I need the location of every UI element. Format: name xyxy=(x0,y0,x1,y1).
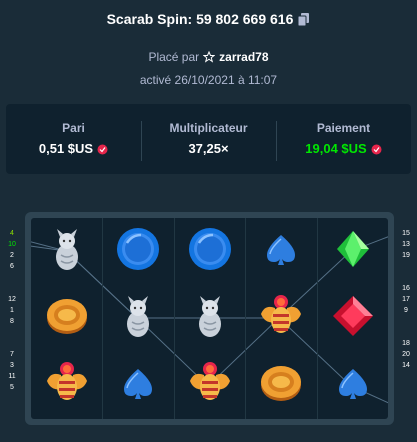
symbol-blue-orb xyxy=(174,218,245,285)
spade-icon xyxy=(257,225,305,278)
payline-number: 12 xyxy=(8,296,16,303)
copy-icon[interactable] xyxy=(297,12,310,26)
activated-date: activé 26/10/2021 à 11:07 xyxy=(139,73,278,87)
bet-value-row: 0,51 $US xyxy=(39,141,108,156)
payline-number: 11 xyxy=(8,373,16,380)
payline-number: 14 xyxy=(402,362,410,369)
left-payline-numbers: 4 10 2 6 12 1 8 7 3 11 5 xyxy=(2,228,22,393)
payline-number: 16 xyxy=(402,285,410,292)
usd-coin-icon xyxy=(371,143,382,154)
symbol-spade xyxy=(317,352,388,419)
payline-number: 5 xyxy=(10,384,14,391)
payline-number xyxy=(396,261,416,272)
payline-number xyxy=(396,316,416,327)
scarab-icon xyxy=(43,359,91,412)
payline-number: 19 xyxy=(402,252,410,259)
symbol-rat xyxy=(174,285,245,352)
bet-title-row: Scarab Spin: 59 802 669 616 xyxy=(0,11,417,27)
slot-board xyxy=(31,218,388,419)
bet-value: 0,51 $US xyxy=(38,140,94,156)
green-gem-icon xyxy=(329,225,377,278)
multiplier-value-row: 37,25× xyxy=(188,141,228,156)
payline-number xyxy=(396,272,416,283)
payline-number: 8 xyxy=(10,318,14,325)
symbol-scarab xyxy=(174,352,245,419)
payline-number: 6 xyxy=(10,263,14,270)
payline-number: 10 xyxy=(8,241,16,248)
usd-coin-icon xyxy=(97,143,108,154)
symbol-rat xyxy=(102,285,173,352)
payline-number: 7 xyxy=(10,351,14,358)
symbol-blue-orb xyxy=(102,218,173,285)
symbol-red-gem xyxy=(317,285,388,352)
symbol-scarab xyxy=(31,352,102,419)
bet-title: Scarab Spin: 59 802 669 616 xyxy=(106,11,294,27)
rat-icon xyxy=(186,292,234,345)
username-link[interactable]: zarrad78 xyxy=(219,50,268,64)
slot-board-frame xyxy=(25,212,394,425)
bet-label: Pari xyxy=(62,120,85,135)
payline-number: 1 xyxy=(10,307,14,314)
payline-number xyxy=(2,338,22,349)
symbol-scarab xyxy=(245,285,316,352)
rat-icon xyxy=(114,292,162,345)
symbol-coin xyxy=(31,285,102,352)
payout-stat: Paiement 19,04 $US xyxy=(276,120,411,161)
payout-value-row: 19,04 $US xyxy=(305,140,382,156)
bet-stats-panel: Pari 0,51 $US Multiplicateur 37,25× Paie… xyxy=(6,104,411,174)
coin-icon xyxy=(257,359,305,412)
multiplier-stat: Multiplicateur 37,25× xyxy=(141,120,276,161)
payline-number: 9 xyxy=(404,307,408,314)
payline-number: 4 xyxy=(10,230,14,237)
blue-orb-icon xyxy=(186,225,234,278)
payline-number: 18 xyxy=(402,340,410,347)
payout-value: 19,04 $US xyxy=(305,140,367,156)
bet-stat: Pari 0,51 $US xyxy=(6,121,141,158)
payline-number: 15 xyxy=(402,230,410,237)
payline-number xyxy=(2,283,22,294)
placed-by-row: Placé par zarrad78 xyxy=(0,50,417,64)
payline-number: 17 xyxy=(402,296,410,303)
coin-icon xyxy=(43,292,91,345)
star-icon[interactable] xyxy=(202,50,216,63)
payline-number: 3 xyxy=(10,362,14,369)
scarab-icon xyxy=(186,359,234,412)
symbol-coin xyxy=(245,352,316,419)
payline-number: 2 xyxy=(10,252,14,259)
payline-number xyxy=(2,272,22,283)
scarab-icon xyxy=(257,292,305,345)
spade-icon xyxy=(114,359,162,412)
payline-number: 20 xyxy=(402,351,410,358)
red-gem-icon xyxy=(329,292,377,345)
payout-label: Paiement xyxy=(316,120,371,135)
payline-number xyxy=(396,327,416,338)
blue-orb-icon xyxy=(114,225,162,278)
placed-by-label: Placé par xyxy=(148,50,200,64)
right-payline-numbers: 15 13 19 16 17 9 18 20 14 xyxy=(396,228,416,371)
symbol-spade xyxy=(102,352,173,419)
multiplier-value: 37,25× xyxy=(188,140,229,156)
rat-icon xyxy=(43,225,91,278)
spade-icon xyxy=(329,359,377,412)
payline-number: 13 xyxy=(402,241,410,248)
symbol-rat xyxy=(31,218,102,285)
payline-number xyxy=(2,327,22,338)
multiplier-label: Multiplicateur xyxy=(169,120,248,135)
symbol-green-gem xyxy=(317,218,388,285)
symbol-spade xyxy=(245,218,316,285)
